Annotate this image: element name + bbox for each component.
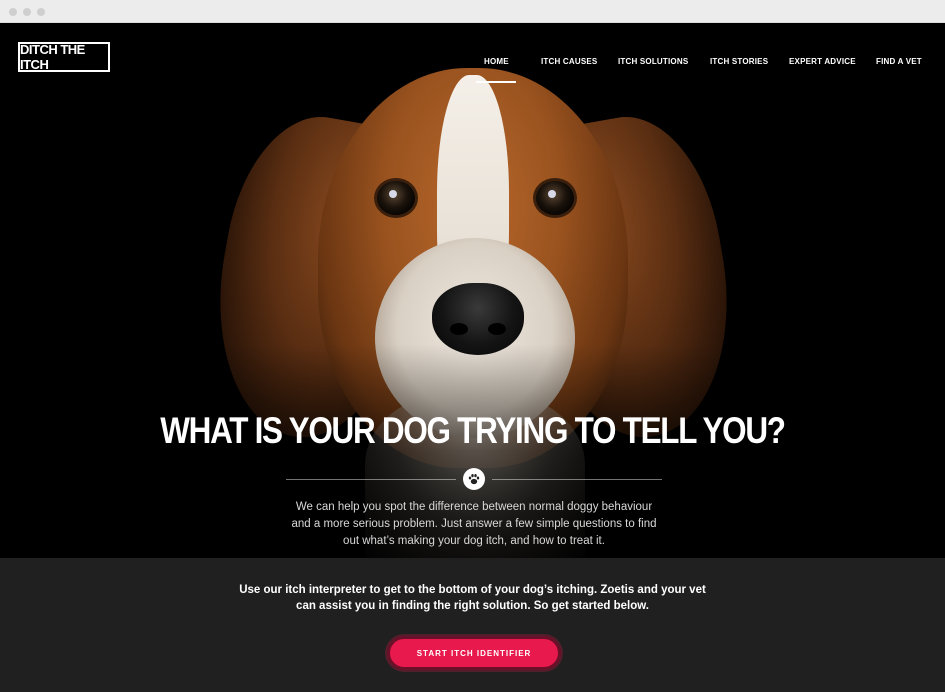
hero-section: DITCH THE ITCH HOME ITCH CAUSES ITCH SOL… (0, 23, 945, 558)
nav-find-a-vet[interactable]: FIND A VET (876, 57, 922, 66)
nav-active-indicator (476, 81, 516, 83)
hero-headline: WHAT IS YOUR DOG TRYING TO TELL YOU? (160, 410, 786, 451)
nav-itch-causes[interactable]: ITCH CAUSES (541, 57, 597, 66)
site-logo[interactable]: DITCH THE ITCH (18, 42, 110, 72)
hero-subtext: We can help you spot the difference betw… (291, 501, 657, 547)
nav-itch-solutions[interactable]: ITCH SOLUTIONS (618, 57, 688, 66)
window-close-dot[interactable] (9, 8, 17, 16)
nav-expert-advice[interactable]: EXPERT ADVICE (789, 57, 856, 66)
nav-itch-stories[interactable]: ITCH STORIES (710, 57, 768, 66)
divider-left (286, 479, 456, 480)
paw-icon (463, 468, 485, 490)
divider-right (492, 479, 662, 480)
window-minimize-dot[interactable] (23, 8, 31, 16)
browser-title-bar (0, 0, 945, 23)
intro-section: Use our itch interpreter to get to the b… (0, 558, 945, 692)
window-maximize-dot[interactable] (37, 8, 45, 16)
intro-text: Use our itch interpreter to get to the b… (239, 584, 706, 612)
start-itch-identifier-button[interactable]: START ITCH IDENTIFIER (387, 636, 561, 670)
nav-home[interactable]: HOME (484, 57, 509, 66)
